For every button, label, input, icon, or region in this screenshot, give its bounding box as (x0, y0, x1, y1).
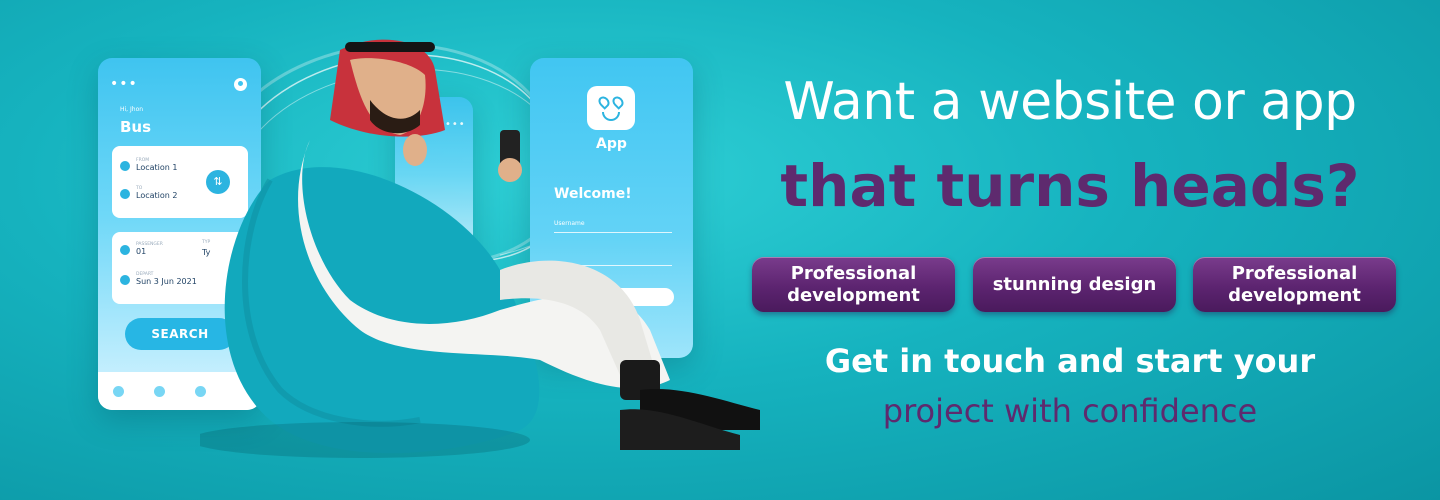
compass-icon (154, 385, 165, 397)
passenger-value: 01 (136, 247, 147, 256)
home-icon (113, 385, 124, 397)
cta-line-2: project with confidence (882, 392, 1258, 430)
to-value: Location 2 (136, 191, 178, 200)
headline-line-2: that turns heads? (780, 152, 1360, 220)
promo-banner: ••• Hi, Jhon Bus FROM Location 1 TO Loca… (0, 0, 1440, 500)
depart-value: Sun 3 Jun 2021 (136, 277, 197, 286)
passenger-icon (120, 245, 130, 255)
from-value: Location 1 (136, 163, 178, 172)
location-arrow-icon (120, 161, 130, 171)
ellipsis-icon: ••• (110, 76, 138, 92)
greeting-text: Hi, Jhon (120, 106, 144, 113)
from-row: FROM Location 1 (120, 158, 177, 172)
man-on-beanbag-illustration (200, 39, 760, 458)
calendar-icon (120, 275, 130, 285)
to-row: TO Location 2 (120, 186, 177, 200)
location-pin-icon (120, 189, 130, 199)
cta-line-1: Get in touch and start your (824, 342, 1316, 380)
headline-line-1: Want a website or app (783, 72, 1357, 132)
feature-badge-stunning-design: stunning design (973, 257, 1176, 312)
screen-title: Bus (120, 118, 152, 136)
depart-row: DEPART Sun 3 Jun 2021 (120, 272, 197, 286)
feature-badge-professional-development: Professional development (752, 257, 955, 312)
passenger-row: PASSENGER 01 (120, 242, 163, 256)
feature-badge-professional-development-2: Professional development (1193, 257, 1396, 312)
